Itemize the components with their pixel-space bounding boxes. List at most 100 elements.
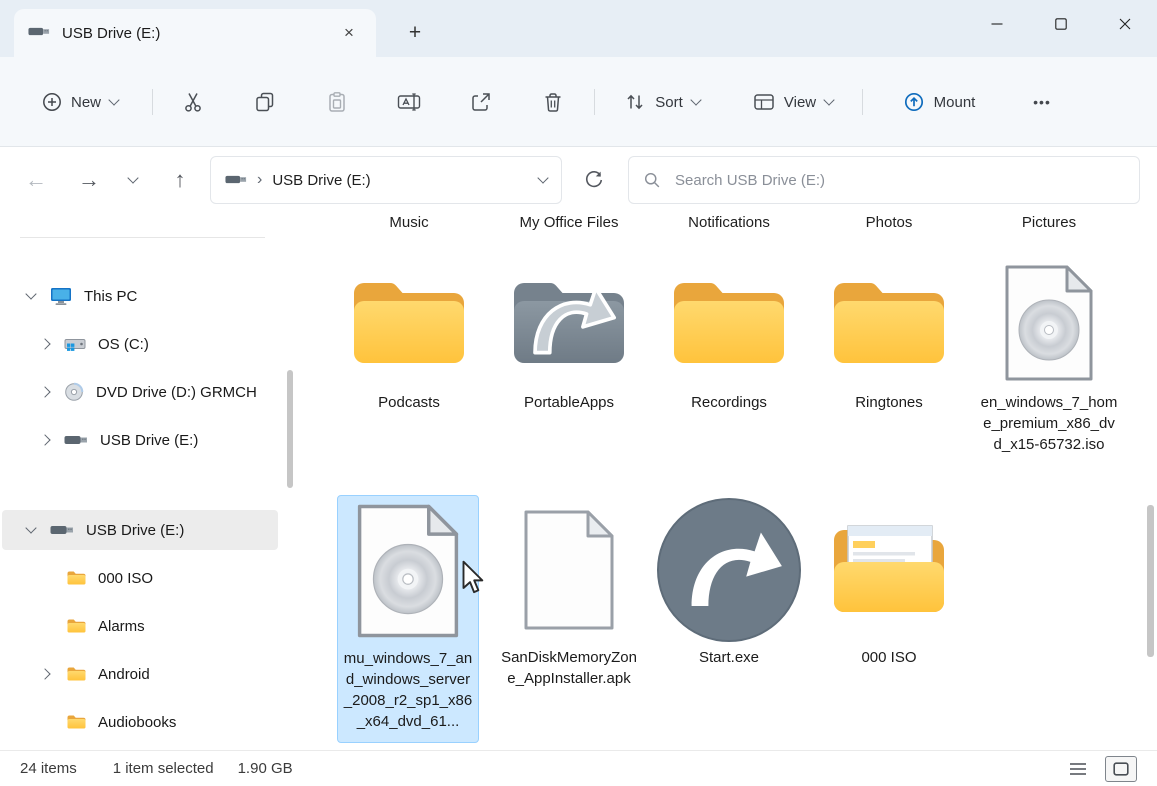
file-tile-000-iso-folder[interactable]: 000 ISO bbox=[816, 495, 962, 668]
sidebar-item-label: Audiobooks bbox=[98, 714, 176, 731]
file-tile-ringtones[interactable]: Ringtones bbox=[816, 255, 962, 413]
sidebar-divider bbox=[20, 237, 265, 238]
new-tab-button[interactable]: + bbox=[398, 17, 432, 49]
file-tile-sandisk-apk[interactable]: SanDiskMemoryZone_AppInstaller.apk bbox=[496, 495, 642, 689]
cut-button[interactable] bbox=[171, 80, 215, 124]
folder-icon bbox=[66, 618, 86, 634]
file-label: SanDiskMemoryZone_AppInstaller.apk bbox=[496, 645, 642, 689]
sidebar-item-alarms[interactable]: Alarms bbox=[2, 606, 278, 646]
refresh-button[interactable] bbox=[572, 158, 616, 202]
sidebar-item-label: OS (C:) bbox=[98, 336, 149, 353]
sidebar-item-label: Alarms bbox=[98, 618, 145, 635]
chevron-down-icon bbox=[690, 94, 701, 105]
folder-with-preview-icon bbox=[826, 509, 952, 631]
file-label: Recordings bbox=[687, 390, 771, 413]
file-label: Podcasts bbox=[374, 390, 444, 413]
large-icons-view-icon bbox=[1113, 762, 1129, 776]
up-button[interactable]: ↑ bbox=[158, 158, 202, 202]
tab-usb-drive[interactable]: USB Drive (E:) × bbox=[14, 9, 376, 57]
sidebar-item-usb-drive-root[interactable]: USB Drive (E:) bbox=[2, 510, 278, 550]
command-bar: New Sort View bbox=[0, 57, 1157, 147]
file-icon bbox=[521, 509, 617, 631]
file-tile-portableapps[interactable]: PortableApps bbox=[496, 255, 642, 413]
this-pc-icon bbox=[50, 287, 72, 306]
sidebar-item-label: 000 ISO bbox=[98, 570, 153, 587]
large-icons-view-button[interactable] bbox=[1105, 756, 1137, 782]
delete-button[interactable] bbox=[531, 80, 575, 124]
paste-button[interactable] bbox=[315, 80, 359, 124]
sort-button[interactable]: Sort bbox=[612, 80, 712, 124]
chevron-down-icon bbox=[823, 94, 834, 105]
chevron-down-icon[interactable] bbox=[25, 522, 36, 533]
copy-button[interactable] bbox=[243, 80, 287, 124]
chevron-down-icon bbox=[127, 172, 138, 183]
file-tile-my-office-files[interactable]: My Office Files bbox=[496, 214, 642, 231]
back-arrow-icon: ← bbox=[25, 167, 47, 193]
folder-icon bbox=[348, 275, 470, 371]
chevron-down-icon[interactable] bbox=[25, 288, 36, 299]
close-icon bbox=[1119, 18, 1131, 30]
chevron-right-icon[interactable] bbox=[39, 434, 50, 445]
file-tile-pictures[interactable]: Pictures bbox=[976, 214, 1122, 231]
sidebar-item-os-c[interactable]: OS (C:) bbox=[2, 324, 278, 364]
sidebar-item-audiobooks[interactable]: Audiobooks bbox=[2, 702, 278, 742]
folder-icon bbox=[66, 666, 86, 682]
close-button[interactable] bbox=[1093, 0, 1157, 48]
details-view-icon bbox=[1069, 762, 1087, 776]
chevron-right-icon[interactable] bbox=[39, 338, 50, 349]
breadcrumb-separator: › bbox=[257, 171, 262, 189]
file-tile-en-windows-iso[interactable]: en_windows_7_home_premium_x86_dvd_x15-65… bbox=[976, 255, 1122, 455]
back-button[interactable]: ← bbox=[14, 158, 58, 202]
address-bar[interactable]: › USB Drive (E:) bbox=[210, 156, 562, 204]
sidebar-item-this-pc[interactable]: This PC bbox=[2, 276, 278, 316]
os-drive-icon bbox=[64, 335, 86, 353]
file-tile-photos[interactable]: Photos bbox=[816, 214, 962, 231]
status-bar: 24 items 1 item selected 1.90 GB bbox=[0, 750, 1157, 786]
address-dropdown-icon[interactable] bbox=[537, 172, 548, 183]
sidebar-scrollbar-thumb[interactable] bbox=[287, 370, 293, 488]
chevron-right-icon[interactable] bbox=[39, 386, 50, 397]
folder-icon bbox=[66, 570, 86, 586]
tab-bar: USB Drive (E:) × + bbox=[0, 0, 1157, 57]
file-tile-start-exe[interactable]: Start.exe bbox=[656, 495, 802, 668]
search-input[interactable] bbox=[673, 171, 1125, 190]
view-icon bbox=[753, 92, 775, 112]
usb-drive-icon bbox=[50, 524, 74, 536]
file-tile-podcasts[interactable]: Podcasts bbox=[336, 255, 482, 413]
content-scrollbar-thumb[interactable] bbox=[1147, 505, 1154, 657]
chevron-right-icon[interactable] bbox=[39, 668, 50, 679]
sidebar-item-usb-drive[interactable]: USB Drive (E:) bbox=[2, 420, 278, 460]
chevron-down-icon bbox=[108, 94, 119, 105]
usb-drive-icon bbox=[28, 24, 50, 42]
file-tile-mu-windows-iso-selected[interactable]: mu_windows_7_and_windows_server_2008_r2_… bbox=[337, 495, 479, 743]
file-tile-notifications[interactable]: Notifications bbox=[656, 214, 802, 231]
sidebar-item-dvd-drive[interactable]: DVD Drive (D:) GRMCH bbox=[2, 372, 278, 412]
details-view-button[interactable] bbox=[1063, 757, 1093, 781]
sidebar-item-label: DVD Drive (D:) GRMCH bbox=[96, 384, 257, 401]
view-button[interactable]: View bbox=[740, 80, 846, 124]
new-button[interactable]: New bbox=[24, 80, 136, 124]
file-list: Music My Office Files Notifications Phot… bbox=[300, 212, 1157, 750]
rename-button[interactable] bbox=[387, 80, 431, 124]
file-tile-recordings[interactable]: Recordings bbox=[656, 255, 802, 413]
minimize-button[interactable] bbox=[965, 0, 1029, 48]
recent-locations-button[interactable] bbox=[116, 158, 150, 202]
breadcrumb-location[interactable]: USB Drive (E:) bbox=[272, 172, 370, 189]
file-tile-music[interactable]: Music bbox=[336, 214, 482, 231]
forward-button[interactable]: → bbox=[67, 158, 111, 202]
application-icon bbox=[655, 496, 803, 644]
mount-button[interactable]: Mount bbox=[884, 80, 994, 124]
tab-title: USB Drive (E:) bbox=[62, 25, 336, 42]
folder-icon bbox=[668, 275, 790, 371]
new-plus-icon bbox=[42, 92, 62, 112]
maximize-button[interactable] bbox=[1029, 0, 1093, 48]
sidebar-item-android[interactable]: Android bbox=[2, 654, 278, 694]
folder-icon bbox=[66, 714, 86, 730]
sidebar-item-label: Android bbox=[98, 666, 150, 683]
selection-size: 1.90 GB bbox=[238, 760, 293, 777]
share-button[interactable] bbox=[459, 80, 503, 124]
tab-close-button[interactable]: × bbox=[336, 20, 362, 46]
more-options-button[interactable]: ••• bbox=[1020, 80, 1064, 124]
sidebar-item-000-iso[interactable]: 000 ISO bbox=[2, 558, 278, 598]
usb-drive-icon bbox=[225, 172, 247, 189]
